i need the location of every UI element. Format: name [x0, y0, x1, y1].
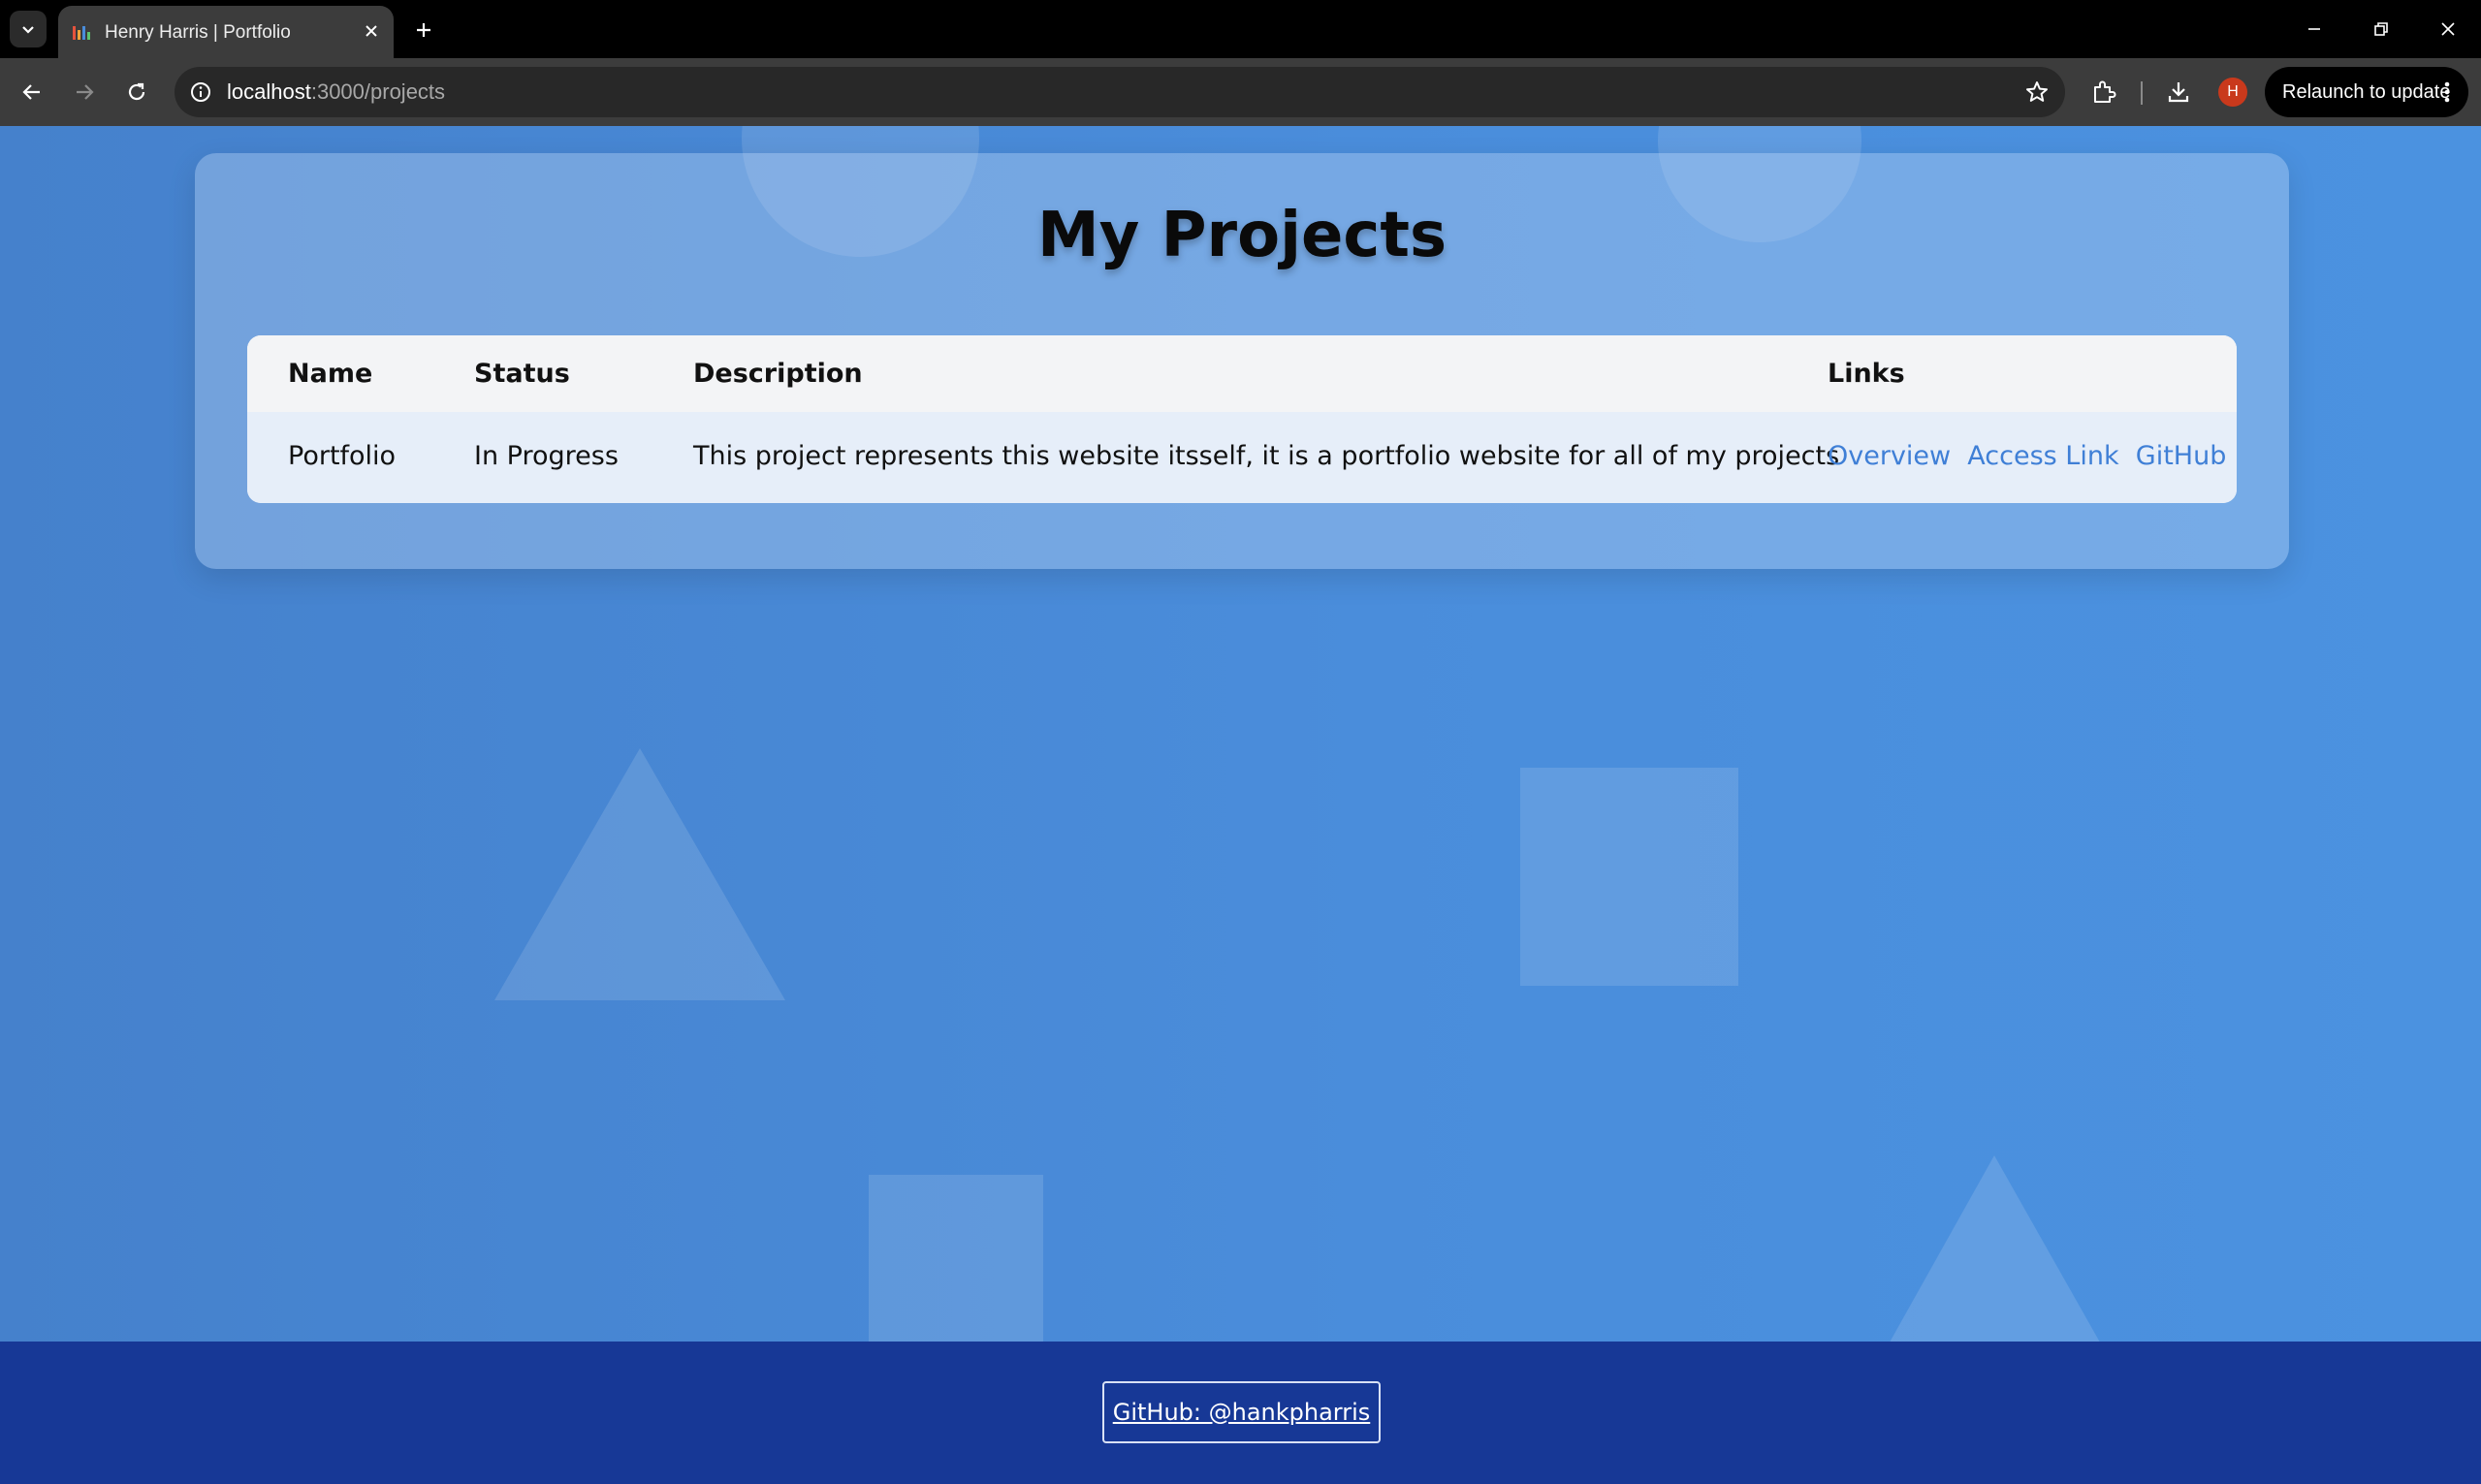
toolbar-divider: [2141, 81, 2143, 105]
overview-link[interactable]: Overview: [1828, 441, 1951, 471]
column-header-description: Description: [693, 359, 863, 389]
page-title: My Projects: [1036, 200, 1447, 271]
address-bar[interactable]: localhost:3000/projects: [175, 67, 2065, 117]
project-status: In Progress: [474, 441, 619, 471]
project-links: Overview Access Link GitHub: [1828, 441, 2226, 471]
browser-toolbar: localhost:3000/projects H Relaunch to up…: [0, 58, 2481, 126]
tab-close-button[interactable]: [359, 18, 384, 44]
profile-avatar[interactable]: H: [2218, 78, 2247, 107]
github-link[interactable]: GitHub: [2136, 441, 2227, 471]
chrome-menu-button[interactable]: [2437, 79, 2457, 105]
downloads-button[interactable]: [2160, 74, 2197, 111]
close-window-button[interactable]: [2422, 8, 2474, 50]
projects-card: My Projects Name Status Description Link…: [195, 153, 2289, 569]
reload-icon: [128, 82, 145, 101]
tab-search-button[interactable]: [10, 11, 47, 47]
more-vertical-icon: [2444, 81, 2450, 103]
reload-button[interactable]: [116, 72, 157, 112]
tab-strip: Henry Harris | Portfolio: [0, 0, 2481, 58]
relaunch-to-update-button[interactable]: Relaunch to update: [2265, 67, 2468, 117]
arrow-left-icon: [22, 84, 40, 100]
restore-button[interactable]: [2355, 8, 2407, 50]
column-header-links: Links: [1828, 359, 1905, 389]
projects-table: Name Status Description Links Portfolio …: [247, 335, 2237, 503]
access-link[interactable]: Access Link: [1967, 441, 2118, 471]
site-info-button[interactable]: [188, 79, 213, 105]
relaunch-label: Relaunch to update: [2282, 80, 2451, 103]
restore-icon: [2374, 22, 2388, 36]
new-tab-button[interactable]: [407, 14, 440, 47]
tab-title: Henry Harris | Portfolio: [105, 22, 291, 43]
background-triangle: [494, 748, 785, 1000]
project-description: This project represents this website its…: [693, 441, 1840, 471]
url-host: localhost: [227, 79, 311, 104]
download-icon: [2168, 82, 2189, 103]
background-square: [1520, 768, 1738, 986]
browser-tab[interactable]: Henry Harris | Portfolio: [58, 6, 394, 58]
back-button[interactable]: [12, 72, 52, 112]
chevron-down-icon: [22, 26, 34, 34]
url-text: localhost:3000/projects: [227, 79, 445, 105]
column-header-status: Status: [474, 359, 570, 389]
background-triangle: [1886, 1155, 2104, 1349]
close-icon: [366, 25, 377, 37]
table-header-row: Name Status Description Links: [247, 335, 2237, 412]
project-name: Portfolio: [288, 441, 397, 471]
bookmark-button[interactable]: [2022, 78, 2052, 107]
minimize-icon: [2308, 28, 2320, 30]
forward-button[interactable]: [64, 72, 105, 112]
page-footer: GitHub: @hankpharris: [0, 1342, 2481, 1484]
background-square: [869, 1175, 1043, 1349]
arrow-right-icon: [77, 84, 94, 100]
extensions-button[interactable]: [2085, 74, 2122, 111]
table-row: Portfolio In Progress This project repre…: [247, 412, 2237, 503]
portfolio-favicon-icon: [73, 26, 90, 40]
url-path: :3000/projects: [310, 79, 446, 104]
minimize-button[interactable]: [2288, 8, 2340, 50]
puzzle-icon: [2094, 80, 2116, 103]
star-icon: [2026, 81, 2048, 102]
page-viewport: My Projects Name Status Description Link…: [0, 126, 2481, 1484]
close-icon: [2441, 22, 2455, 36]
info-icon: [191, 82, 210, 102]
plus-icon: [417, 23, 430, 37]
github-profile-button[interactable]: GitHub: @hankpharris: [1102, 1381, 1381, 1443]
column-header-name: Name: [288, 359, 373, 389]
